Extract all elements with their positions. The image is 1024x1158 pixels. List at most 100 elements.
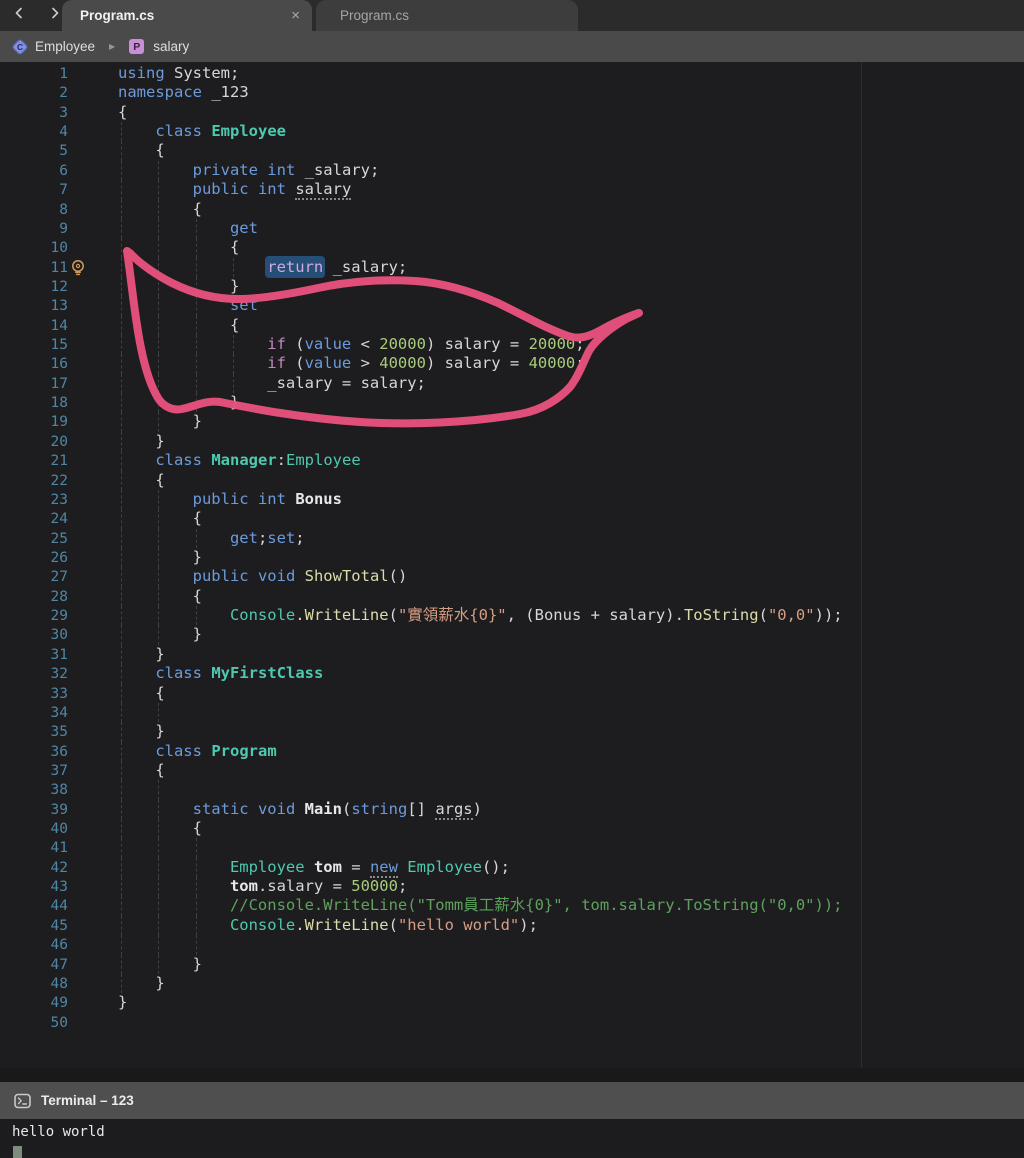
indent-guide xyxy=(118,238,155,258)
code-line: 3{ xyxy=(0,103,1024,122)
line-number: 3 xyxy=(59,104,68,121)
indent-guide xyxy=(193,935,230,955)
line-number: 30 xyxy=(50,627,68,644)
terminal-header[interactable]: Terminal – 123 xyxy=(0,1082,1024,1119)
indent-guide xyxy=(155,257,192,278)
indent-guide xyxy=(118,702,155,723)
code-line: 20} xyxy=(0,431,1024,452)
code-text: get;set; xyxy=(118,528,305,549)
indent-guide xyxy=(193,354,230,375)
line-number: 8 xyxy=(59,201,68,218)
line-number: 13 xyxy=(50,298,68,315)
code-line: 38 xyxy=(0,780,1024,801)
breadcrumb: C Employee ▶ P salary xyxy=(0,31,1024,62)
code-text: { xyxy=(118,586,202,607)
code-line: 45 Console.WriteLine("hello world"); xyxy=(0,915,1024,936)
code-line: 22 { xyxy=(0,470,1024,491)
right-margin-guide xyxy=(861,62,862,1068)
line-number: 19 xyxy=(50,414,68,431)
indent-guide xyxy=(155,547,192,568)
indent-guide xyxy=(118,567,155,588)
code-text: private int _salary; xyxy=(118,160,379,181)
intention-bulb-icon[interactable] xyxy=(70,259,86,281)
code-line: 7 public int salary xyxy=(0,180,1024,201)
line-number: 36 xyxy=(50,743,68,760)
indent-guide xyxy=(155,199,192,220)
line-number: 27 xyxy=(50,569,68,586)
code-text: _salary = salary; xyxy=(118,373,426,394)
terminal-cursor xyxy=(13,1146,22,1158)
code-text xyxy=(118,702,193,723)
code-text: if (value < 20000) salary = 20000; xyxy=(118,335,585,355)
line-number: 38 xyxy=(50,782,68,799)
code-line: 41 xyxy=(0,838,1024,859)
editor-bottom-strip xyxy=(0,1068,1024,1082)
indent-guide xyxy=(155,412,192,433)
indent-guide xyxy=(193,915,230,936)
code-line: 37 { xyxy=(0,760,1024,781)
code-line: 32 class MyFirstClass xyxy=(0,664,1024,684)
line-number: 37 xyxy=(50,762,68,779)
code-text: Console.WriteLine("hello world"); xyxy=(118,915,538,936)
terminal-body[interactable]: hello world xyxy=(0,1119,1024,1158)
code-line: 35} xyxy=(0,722,1024,742)
indent-guide xyxy=(155,238,192,258)
code-text: class Manager:Employee xyxy=(118,451,361,471)
code-text: { xyxy=(118,141,165,162)
indent-guide xyxy=(193,238,230,258)
code-editor[interactable]: 1 using System; 2 namespace _123 3{4 class Em… xyxy=(0,62,1024,1070)
indent-guide xyxy=(155,819,192,839)
code-text: get xyxy=(118,218,258,239)
indent-guide xyxy=(230,335,267,355)
indent-guide xyxy=(118,625,155,646)
line-number: 12 xyxy=(50,278,68,295)
indent-guide xyxy=(118,470,155,491)
code-text: public void ShowTotal() xyxy=(118,567,407,588)
indent-guide xyxy=(118,354,155,375)
code-line: 43 tom.salary = 50000; xyxy=(0,877,1024,897)
indent-guide xyxy=(118,199,155,220)
close-tab-icon[interactable]: × xyxy=(291,8,300,23)
property-icon: P xyxy=(129,39,145,54)
code-line: 49} xyxy=(0,993,1024,1012)
line-number: 35 xyxy=(50,724,68,741)
indent-guide xyxy=(155,838,192,859)
tab-program-cs-active[interactable]: Program.cs × xyxy=(62,0,312,31)
indent-guide xyxy=(118,586,155,607)
indent-guide xyxy=(118,451,155,471)
breadcrumb-item-property[interactable]: P salary xyxy=(115,39,189,54)
indent-guide xyxy=(193,335,230,355)
indent-guide xyxy=(155,276,192,297)
indent-guide xyxy=(155,218,192,239)
indent-guide xyxy=(155,489,192,510)
indent-guide xyxy=(155,780,192,801)
indent-guide xyxy=(155,393,192,413)
code-text: public int salary xyxy=(118,180,352,201)
indent-guide xyxy=(155,160,192,181)
code-line: 1 using System; xyxy=(0,64,1024,83)
indent-guide xyxy=(118,257,155,278)
indent-guide xyxy=(193,877,230,897)
breadcrumb-item-class[interactable]: C Employee xyxy=(0,38,95,55)
indent-guide xyxy=(155,315,192,336)
line-number: 25 xyxy=(50,530,68,547)
indent-guide xyxy=(193,528,230,549)
line-number: 5 xyxy=(59,143,68,160)
code-text: Console.WriteLine("實領薪水{0}", (Bonus + sa… xyxy=(118,606,843,626)
indent-guide xyxy=(193,315,230,336)
terminal-output: hello world xyxy=(12,1124,105,1140)
tab-program-cs-inactive[interactable]: Program.cs xyxy=(316,0,578,31)
code-text: class Employee xyxy=(118,122,286,142)
code-line: 5{ xyxy=(0,141,1024,162)
code-text: { xyxy=(118,102,128,121)
indent-guide xyxy=(118,141,155,162)
back-button[interactable] xyxy=(8,5,30,27)
indent-guide xyxy=(118,393,155,413)
indent-guide xyxy=(155,567,192,588)
indent-guide xyxy=(155,509,192,529)
code-lines: 1 using System; 2 namespace _123 3{4 class Em… xyxy=(0,64,1024,1032)
code-line: 4 class Employee xyxy=(0,122,1024,142)
indent-guide xyxy=(193,218,230,239)
code-text: namespace _123 xyxy=(118,83,249,102)
code-line: 31} xyxy=(0,644,1024,665)
